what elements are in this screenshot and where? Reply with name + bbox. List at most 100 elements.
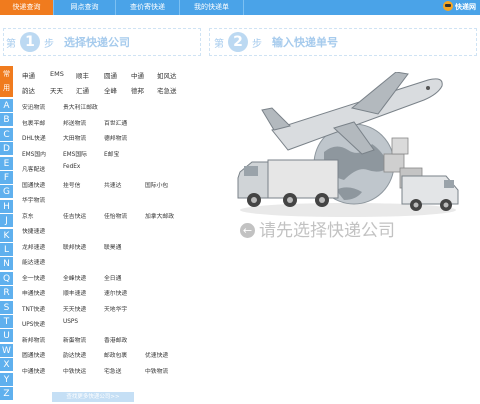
carrier-link[interactable]: 新蛋物流 [63, 335, 86, 344]
carrier-link[interactable]: USPS [63, 319, 78, 325]
carrier-link[interactable]: E邮宝 [104, 149, 119, 158]
common-carrier-link[interactable]: 圆通 [104, 70, 117, 80]
carrier-link[interactable]: 联邦快递 [63, 242, 86, 251]
tab-outlet-query[interactable]: 网点查询 [54, 0, 116, 15]
common-carrier-link[interactable]: 全峰 [104, 85, 117, 95]
letter-index-x[interactable]: X [0, 358, 13, 373]
brand-icon [443, 1, 453, 11]
carrier-link[interactable]: 圆通快递 [22, 350, 45, 359]
common-carrier-link[interactable]: 如风达 [157, 70, 177, 80]
letter-index-c[interactable]: C [0, 127, 13, 142]
carrier-link[interactable]: 德邦物流 [104, 133, 127, 142]
carrier-link[interactable]: 邮政包裹 [104, 350, 127, 359]
letter-index-d[interactable]: D [0, 142, 13, 157]
step-one-title: 选择快递公司 [64, 36, 130, 49]
letter-index-f[interactable]: F [0, 171, 13, 185]
carrier-link[interactable]: 天地华宇 [104, 304, 127, 313]
letter-index-t[interactable]: T [0, 315, 13, 329]
carrier-link[interactable]: 佳吉快运 [63, 211, 86, 220]
carrier-link[interactable]: 联昊通 [104, 242, 121, 251]
carrier-link[interactable]: 京东 [22, 211, 34, 220]
carrier-link[interactable]: 邦送物流 [63, 118, 86, 127]
common-carrier-link[interactable]: 宅急送 [157, 85, 177, 95]
carrier-link[interactable]: FedEx [63, 164, 80, 170]
carrier-link[interactable]: 顺丰速递 [63, 288, 86, 297]
common-carrier-link[interactable]: 申通 [22, 70, 35, 80]
carrier-link[interactable]: 挂号信 [63, 180, 80, 189]
letter-index-u[interactable]: U [0, 329, 13, 344]
delivery-illustration [232, 71, 464, 220]
carrier-link[interactable]: 全峰快递 [63, 273, 86, 282]
letter-index-b[interactable]: B [0, 113, 13, 128]
carrier-link[interactable]: 贵大利江邮政 [63, 102, 98, 111]
carrier-link[interactable]: DHL快递 [22, 133, 46, 142]
common-carrier-link[interactable]: EMS [50, 70, 64, 78]
carrier-link[interactable]: 华宇物流 [22, 195, 45, 204]
carrier-link[interactable]: 中铁物流 [145, 366, 168, 375]
letter-index-e[interactable]: E [0, 156, 13, 171]
letter-index-l[interactable]: L [0, 243, 13, 257]
tab-my-orders[interactable]: 我的快递单 [180, 0, 244, 15]
step-two-post: 步 [252, 38, 262, 50]
carrier-link[interactable]: 申通快递 [22, 288, 45, 297]
carrier-link[interactable]: 百世汇通 [104, 118, 127, 127]
brand-logo[interactable]: 快递网 [443, 0, 476, 15]
letter-index-n[interactable]: N [0, 257, 13, 272]
letter-index-q[interactable]: Q [0, 271, 13, 286]
carrier-link[interactable]: 加拿大邮政 [145, 211, 174, 220]
choose-carrier-hint-text: 请先选择快递公司 [259, 221, 395, 241]
common-carrier-link[interactable]: 汇通 [76, 85, 89, 95]
common-carrier-link[interactable]: 德邦 [131, 85, 144, 95]
carrier-link[interactable]: 包裹平邮 [22, 118, 45, 127]
arrow-left-icon: ← [240, 223, 255, 238]
carrier-link[interactable]: 龙邦速递 [22, 242, 45, 251]
carrier-link[interactable]: 共速达 [104, 180, 121, 189]
step-one-post: 步 [44, 38, 54, 50]
find-more-carriers-button[interactable]: 查找更多快递公司>> [52, 392, 134, 402]
letter-index-j[interactable]: J [0, 214, 13, 229]
tab-express-query[interactable]: 快递查询 [0, 0, 54, 15]
tab-price-send[interactable]: 查价寄快递 [116, 0, 180, 15]
letter-index-h[interactable]: H [0, 199, 13, 214]
common-carrier-link[interactable]: 韵达 [22, 85, 35, 95]
letter-index-k[interactable]: K [0, 228, 13, 243]
carrier-link[interactable]: 快捷速递 [22, 226, 45, 235]
carrier-link[interactable]: UPS快递 [22, 319, 45, 328]
carrier-link[interactable]: 能达速递 [22, 257, 45, 266]
step-one-number: 1 [20, 32, 40, 52]
letter-index-y[interactable]: Y [0, 372, 13, 387]
letter-index-s[interactable]: S [0, 300, 13, 315]
step-two-pre: 第 [214, 38, 224, 50]
letter-index-r[interactable]: R [0, 286, 13, 301]
step-one-header: 第 1 步 选择快递公司 [3, 28, 201, 56]
carrier-link[interactable]: 大田物流 [63, 133, 86, 142]
common-carrier-link[interactable]: 天天 [50, 85, 63, 95]
carrier-link[interactable]: 佳怡物流 [104, 211, 127, 220]
letter-index-a[interactable]: A [0, 99, 13, 113]
carrier-link[interactable]: TNT快递 [22, 304, 45, 313]
letter-index-z[interactable]: Z [0, 387, 13, 401]
carrier-link[interactable]: 安迅物流 [22, 102, 45, 111]
carrier-link[interactable]: 凡客配送 [22, 164, 45, 173]
carrier-link[interactable]: 宅急送 [104, 366, 121, 375]
carrier-link[interactable]: 中铁快运 [63, 366, 86, 375]
carrier-link[interactable]: 韵达快递 [63, 350, 86, 359]
brand-name: 快递网 [455, 3, 476, 11]
carrier-link[interactable]: 香港邮政 [104, 335, 127, 344]
carrier-link[interactable]: 全一快递 [22, 273, 45, 282]
carrier-link[interactable]: 天天快递 [63, 304, 86, 313]
step-two-title: 输入快递单号 [272, 36, 338, 49]
common-carrier-link[interactable]: 顺丰 [76, 70, 89, 80]
carrier-link[interactable]: 优速快递 [145, 350, 168, 359]
common-carrier-link[interactable]: 中通 [131, 70, 144, 80]
letter-index-g[interactable]: G [0, 185, 13, 200]
carrier-link[interactable]: 国通快递 [22, 180, 45, 189]
letter-index-w[interactable]: W [0, 343, 13, 358]
carrier-link[interactable]: 国际小包 [145, 180, 168, 189]
carrier-link[interactable]: 全日通 [104, 273, 121, 282]
carrier-link[interactable]: EMS国内 [22, 149, 46, 158]
carrier-link[interactable]: 速尔快递 [104, 288, 127, 297]
carrier-link[interactable]: 中通快递 [22, 366, 45, 375]
carrier-link[interactable]: EMS国际 [63, 149, 87, 158]
carrier-link[interactable]: 新邦物流 [22, 335, 45, 344]
